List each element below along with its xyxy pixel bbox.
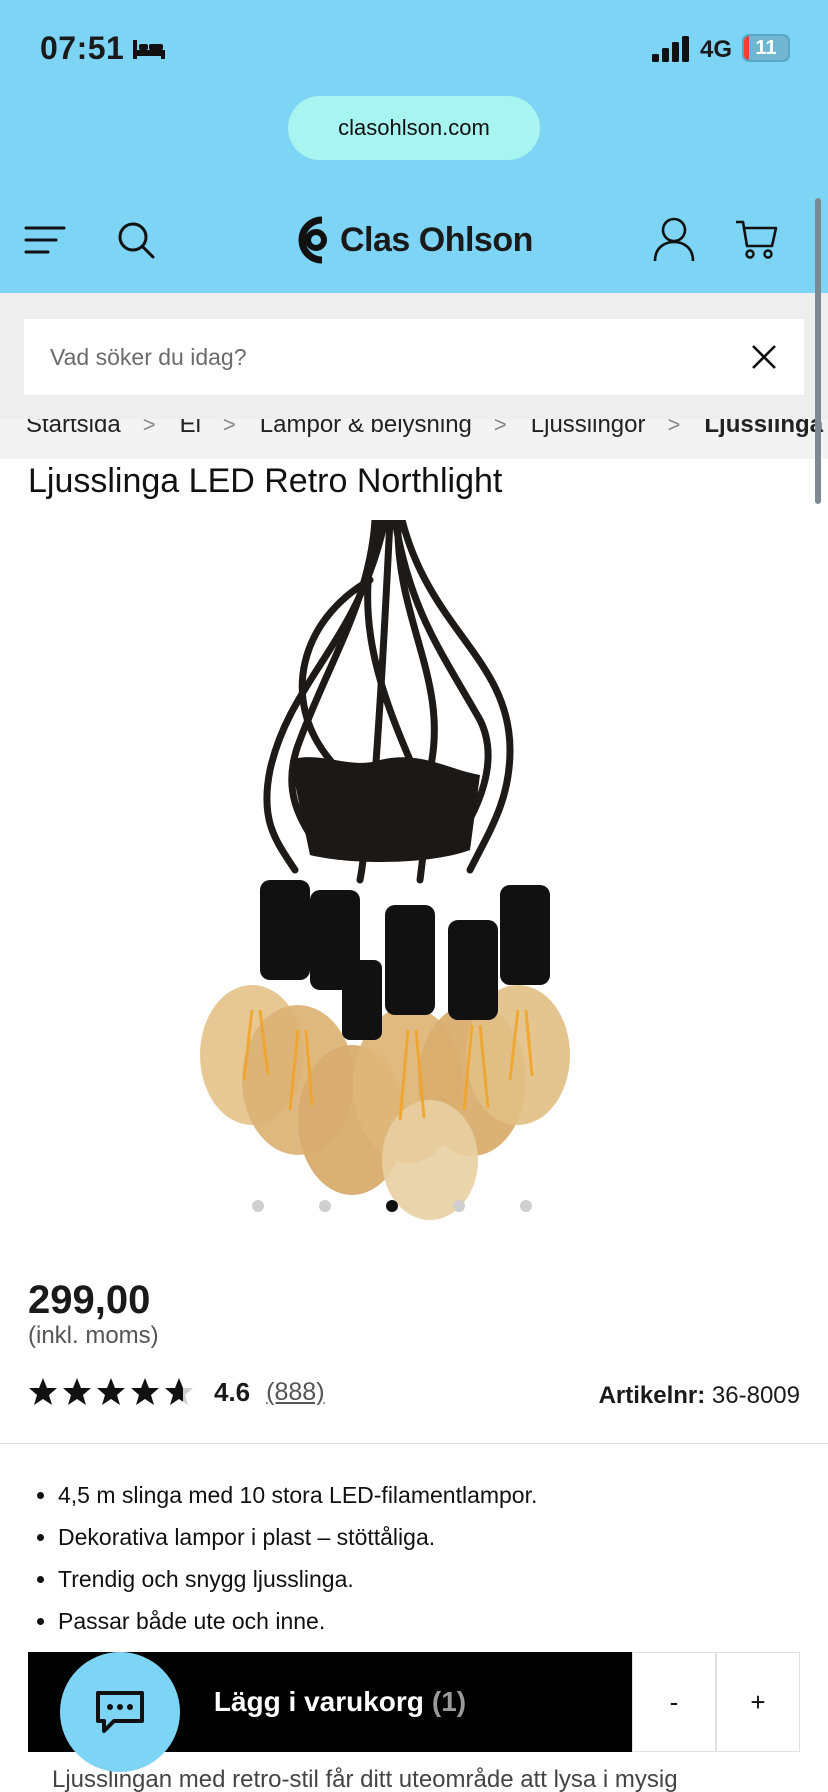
carousel-dot[interactable] (453, 1200, 465, 1212)
logo-mark-icon (298, 216, 327, 264)
user-icon[interactable] (652, 216, 696, 262)
description-text: Ljusslingan med retro-stil får ditt uteo… (52, 1766, 678, 1792)
chat-button[interactable] (60, 1652, 180, 1772)
nav-bar: Clas Ohlson (0, 196, 828, 292)
article-number: Artikelnr: 36-8009 (599, 1382, 800, 1410)
close-icon[interactable] (750, 343, 778, 371)
product-image[interactable] (180, 520, 640, 1230)
search-icon[interactable] (116, 220, 156, 260)
carousel-dot[interactable] (520, 1200, 532, 1212)
clock: 07:51 (40, 30, 125, 66)
menu-icon[interactable] (24, 224, 66, 256)
rating-value: 4.6 (214, 1376, 251, 1407)
decrease-quantity-button[interactable]: - (632, 1652, 716, 1752)
star-icon (131, 1378, 159, 1405)
network-type: 4G (700, 36, 733, 63)
article-number-value: 36-8009 (711, 1382, 800, 1409)
list-item: Passar både ute och inne. (58, 1600, 537, 1642)
add-to-cart-label: Lägg i varukorg (213, 1686, 424, 1717)
site-header: 07:51 4G 11 clasohlson.com Clas Ohlson (0, 0, 828, 293)
divider (0, 1443, 828, 1444)
list-item: Dekorativa lampor i plast – stöttåliga. (58, 1516, 537, 1558)
chat-icon (96, 1691, 144, 1733)
page-title: Ljusslinga LED Retro Northlight (28, 462, 503, 500)
chevron-right-icon: > (142, 419, 156, 437)
image-carousel-dots (252, 1200, 532, 1214)
rating: 4.6 (888) (28, 1374, 325, 1410)
breadcrumb-item-ljusslingor[interactable]: Ljusslingor (531, 419, 646, 439)
carousel-dot[interactable] (319, 1200, 331, 1212)
carousel-dot-active[interactable] (386, 1200, 398, 1212)
breadcrumb-item-lampor[interactable]: Lampor & belysning (260, 419, 472, 439)
status-bar: 07:51 4G 11 (0, 0, 828, 96)
rating-stars (28, 1377, 194, 1407)
review-count-link[interactable]: (888) (266, 1378, 324, 1407)
scrollbar[interactable] (815, 198, 821, 504)
search-box (24, 319, 804, 395)
brand-name: Clas Ohlson (340, 220, 533, 259)
breadcrumb: Startsida > El > Lampor & belysning > Lj… (0, 419, 828, 459)
cart-quantity: (1) (431, 1686, 467, 1717)
list-item: 4,5 m slinga med 10 stora LED-filamentla… (58, 1474, 537, 1516)
increase-quantity-button[interactable]: + (716, 1652, 800, 1752)
chevron-right-icon: > (667, 419, 681, 437)
vat-note: (inkl. moms) (28, 1322, 159, 1349)
star-icon (63, 1378, 91, 1405)
brand-logo[interactable]: Clas Ohlson (292, 212, 533, 268)
search-area (0, 293, 828, 419)
url-bar[interactable]: clasohlson.com (288, 96, 540, 160)
breadcrumb-item-startsida[interactable]: Startsida (26, 419, 121, 439)
star-half-icon (165, 1378, 193, 1405)
chevron-right-icon: > (493, 419, 507, 437)
article-number-label: Artikelnr: (598, 1382, 706, 1409)
feature-list: 4,5 m slinga med 10 stora LED-filamentla… (58, 1474, 537, 1642)
product-price: 299,00 (28, 1278, 151, 1322)
carousel-dot[interactable] (252, 1200, 264, 1212)
battery-percent: 11 (755, 37, 777, 59)
list-item: Trendig och snygg ljusslinga. (58, 1558, 537, 1600)
star-icon (29, 1378, 57, 1405)
breadcrumb-item-current: Ljusslinga LED Retro Northlight (704, 419, 828, 438)
cart-icon[interactable] (734, 218, 778, 260)
breadcrumb-item-el[interactable]: El (180, 419, 201, 439)
signal-icon (652, 36, 689, 62)
star-icon (97, 1378, 125, 1405)
search-input[interactable] (24, 319, 724, 395)
chevron-right-icon: > (222, 419, 236, 437)
bed-icon (133, 40, 165, 59)
battery-icon: 11 (742, 34, 790, 62)
